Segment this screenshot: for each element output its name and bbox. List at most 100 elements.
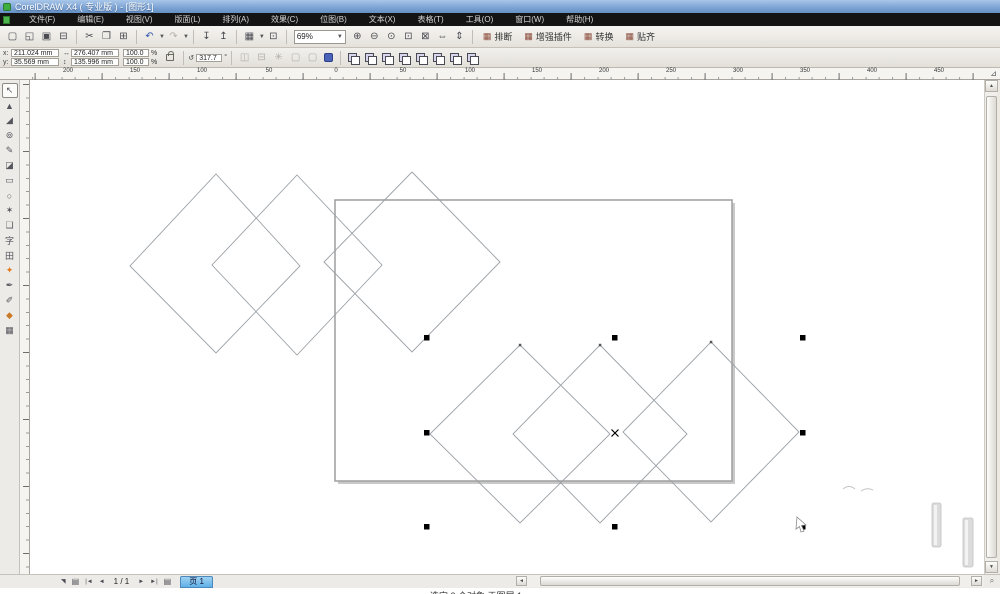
welcome-screen-icon[interactable]: ⊡ [266, 29, 281, 45]
freehand-tool[interactable]: ✎ [2, 143, 18, 158]
open-icon[interactable]: ◱ [22, 29, 37, 45]
mirror-transform-button-4[interactable]: ▢ [288, 50, 303, 66]
selection-handle-top-middle[interactable] [612, 335, 618, 341]
paste-icon[interactable]: ⊞ [116, 29, 131, 45]
node-dot[interactable] [599, 344, 602, 347]
selection-handle-middle-right[interactable] [800, 430, 806, 436]
shape-tool[interactable]: ▲ [2, 98, 18, 113]
polygon-tool[interactable]: ✶ [2, 203, 18, 218]
next-page-button[interactable]: ► [138, 579, 144, 585]
stray-curve[interactable] [861, 489, 873, 491]
zoom-to-all-icon[interactable]: ⊠ [418, 29, 433, 45]
cylinder-shape-2[interactable] [963, 518, 973, 567]
ellipse-tool[interactable]: ○ [2, 188, 18, 203]
trim-button[interactable] [398, 52, 411, 64]
object-width-field[interactable]: 276.407 mm [71, 49, 119, 57]
selection-handle-bottom-left[interactable] [424, 524, 430, 530]
first-page-button[interactable]: |◄ [85, 579, 93, 585]
diamond-shape-1[interactable] [130, 174, 300, 353]
mirror-transform-button-1[interactable]: ◫ [237, 50, 252, 66]
vertical-scroll-thumb[interactable] [986, 96, 997, 558]
new-document-icon[interactable]: ▢ [5, 29, 20, 45]
object-x-field[interactable]: 211.024 mm [11, 49, 59, 57]
cut-icon[interactable]: ✂ [82, 29, 97, 45]
menu-item-12[interactable]: 帮助(H) [555, 14, 604, 25]
menu-item-7[interactable]: 位图(B) [309, 14, 358, 25]
scale-h-field[interactable]: 100.0 [123, 49, 149, 57]
intersect-button[interactable] [415, 52, 428, 64]
simplify-button[interactable] [432, 52, 445, 64]
scroll-right-button[interactable]: ► [971, 576, 982, 586]
crop-tool[interactable]: ◢ [2, 113, 18, 128]
scale-v-field[interactable]: 100.0 [123, 58, 149, 66]
mirror-transform-button-3[interactable]: ✳ [271, 50, 286, 66]
zoom-to-page-width-icon[interactable]: ⇔ [435, 29, 450, 45]
group-button[interactable] [364, 52, 377, 64]
selection-handle-middle-left[interactable] [424, 430, 430, 436]
import-icon[interactable]: ↧ [199, 29, 214, 45]
weld-button[interactable] [381, 52, 394, 64]
cylinder-shape-1[interactable] [932, 503, 941, 547]
menu-item-5[interactable]: 排列(A) [211, 14, 260, 25]
menu-item-1[interactable]: 文件(F) [18, 14, 66, 25]
interactive-fill-tool[interactable]: ▦ [2, 323, 18, 338]
lock-ratio-icon[interactable] [166, 54, 174, 61]
node-dot[interactable] [710, 341, 713, 344]
table-tool[interactable]: 田 [2, 248, 18, 263]
smart-fill-tool[interactable]: ◪ [2, 158, 18, 173]
drawing-scale-icon[interactable]: ⊿ [990, 69, 997, 78]
vertical-ruler[interactable] [20, 80, 30, 574]
zoom-in-icon[interactable]: ⊕ [350, 29, 365, 45]
scroll-up-button[interactable]: ▲ [985, 80, 998, 92]
print-icon[interactable]: ⊟ [56, 29, 71, 45]
menu-item-3[interactable]: 视图(V) [115, 14, 164, 25]
document-page-icon[interactable]: ▤ [72, 577, 80, 586]
mirror-transform-button-5[interactable]: ▢ [305, 50, 320, 66]
plugin-enhance-button[interactable]: ▦增强插件 [524, 30, 572, 43]
horizontal-ruler[interactable]: ⊿ 20015010050050100150200250300350400450 [0, 68, 1000, 80]
menu-item-11[interactable]: 窗口(W) [504, 14, 555, 25]
object-height-field[interactable]: 135.996 mm [71, 58, 119, 66]
flyout-icon[interactable]: ◥ [61, 578, 66, 585]
node-dot[interactable] [519, 344, 522, 347]
convert-to-curves-button[interactable] [324, 53, 333, 62]
fill-tool[interactable]: ◆ [2, 308, 18, 323]
drawing-canvas[interactable] [30, 80, 984, 574]
plugin-convert-button[interactable]: ▦转换 [584, 30, 614, 43]
stray-curve[interactable] [843, 487, 855, 490]
outline-pen-tool[interactable]: ✐ [2, 293, 18, 308]
selection-handle-top-left[interactable] [424, 335, 430, 341]
add-page-icon[interactable]: ▤ [164, 577, 172, 586]
plugin-snap-button[interactable]: ▦贴齐 [625, 30, 655, 43]
scroll-down-button[interactable]: ▼ [985, 561, 998, 573]
interactive-blend-tool[interactable]: ✦ [2, 263, 18, 278]
plugin-paiduan-button[interactable]: ▦排断 [483, 30, 513, 43]
menu-item-4[interactable]: 版面(L) [164, 14, 212, 25]
zoom-level-combo[interactable]: 69% ▼ [294, 30, 346, 44]
export-icon[interactable]: ↥ [216, 29, 231, 45]
text-tool[interactable]: 字 [2, 233, 18, 248]
menu-item-2[interactable]: 编辑(E) [66, 14, 115, 25]
vertical-scrollbar[interactable]: ▲ ▼ [984, 80, 997, 574]
eyedropper-tool[interactable]: ✒ [2, 278, 18, 293]
page-tab-1[interactable]: 页 1 [180, 576, 213, 588]
copy-icon[interactable]: ❐ [99, 29, 114, 45]
menu-item-6[interactable]: 效果(C) [260, 14, 309, 25]
chevron-down-icon[interactable]: ▼ [183, 34, 189, 40]
object-y-field[interactable]: 35.569 mm [11, 58, 59, 66]
rectangle-tool[interactable]: ▭ [2, 173, 18, 188]
horizontal-scroll-thumb[interactable] [540, 576, 960, 586]
selection-handle-bottom-middle[interactable] [612, 524, 618, 530]
basic-shapes-tool[interactable]: ❏ [2, 218, 18, 233]
zoom-to-page-height-icon[interactable]: ⇕ [452, 29, 467, 45]
navigator-corner-icon[interactable]: ⌕ [986, 575, 998, 587]
selection-handle-top-right[interactable] [800, 335, 806, 341]
combine-button[interactable] [347, 52, 360, 64]
previous-page-button[interactable]: ◄ [99, 579, 105, 585]
menu-item-10[interactable]: 工具(O) [455, 14, 505, 25]
horizontal-scrollbar[interactable]: ◄ ► [516, 575, 984, 587]
menu-item-8[interactable]: 文本(X) [358, 14, 407, 25]
chevron-down-icon[interactable]: ▼ [159, 34, 165, 40]
front-minus-back-button[interactable] [449, 52, 462, 64]
zoom-one-to-one-icon[interactable]: ⊙ [384, 29, 399, 45]
